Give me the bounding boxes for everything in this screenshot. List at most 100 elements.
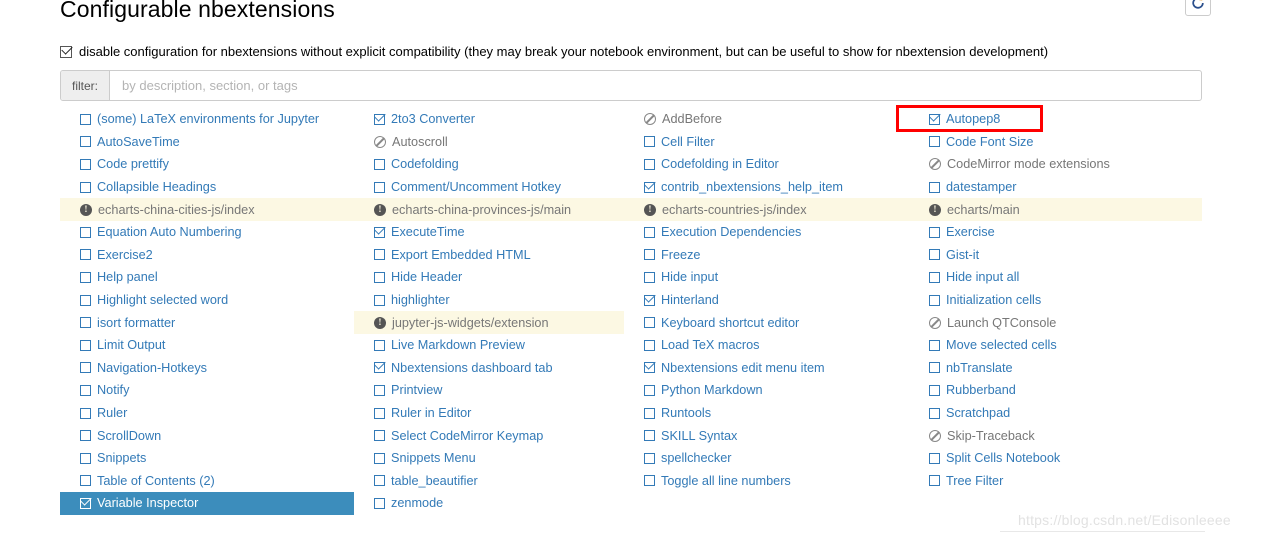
extension-item-launch-qtconsole[interactable]: Launch QTConsole: [909, 311, 1194, 334]
extension-item-nbtranslate[interactable]: nbTranslate: [909, 357, 1194, 380]
checkbox-unchecked-icon[interactable]: [929, 249, 940, 261]
extension-item-execution-dependencies[interactable]: Execution Dependencies: [624, 221, 909, 244]
checkbox-unchecked-icon[interactable]: [929, 339, 940, 351]
checkbox-unchecked-icon[interactable]: [374, 452, 385, 464]
checkbox-unchecked-icon[interactable]: [929, 226, 940, 238]
checkbox-unchecked-icon[interactable]: [929, 407, 940, 419]
extension-item-addbefore[interactable]: AddBefore: [624, 108, 909, 131]
extension-item-python-markdown[interactable]: Python Markdown: [624, 379, 909, 402]
checkbox-unchecked-icon[interactable]: [644, 136, 655, 148]
checkbox-unchecked-icon[interactable]: [374, 384, 385, 396]
extension-item-echarts-china-provinces-js-main[interactable]: ! echarts-china-provinces-js/main: [354, 198, 624, 221]
checkbox-unchecked-icon[interactable]: [80, 362, 91, 374]
disable-config-row[interactable]: disable configuration for nbextensions w…: [60, 44, 1048, 59]
checkbox-checked-icon[interactable]: [374, 362, 385, 374]
extension-item-highlighter[interactable]: highlighter: [354, 289, 624, 312]
extension-item-variable-inspector[interactable]: Variable Inspector: [60, 492, 354, 515]
extension-item-echarts-countries-js-index[interactable]: ! echarts-countries-js/index: [624, 198, 909, 221]
checkbox-unchecked-icon[interactable]: [644, 452, 655, 464]
checkbox-checked-icon[interactable]: [644, 181, 655, 193]
extension-item-hinterland[interactable]: Hinterland: [624, 289, 909, 312]
extension-item-autopep8[interactable]: Autopep8: [909, 108, 1194, 131]
extension-item-codefolding-in-editor[interactable]: Codefolding in Editor: [624, 153, 909, 176]
extension-item-nbextensions-edit-menu-item[interactable]: Nbextensions edit menu item: [624, 357, 909, 380]
extension-item-rubberband[interactable]: Rubberband: [909, 379, 1194, 402]
extension-item-codemirror-mode-extensions[interactable]: CodeMirror mode extensions: [909, 153, 1194, 176]
extension-item-scratchpad[interactable]: Scratchpad: [909, 402, 1194, 425]
extension-item-load-tex-macros[interactable]: Load TeX macros: [624, 334, 909, 357]
extension-item-gist-it[interactable]: Gist-it: [909, 244, 1194, 267]
checkbox-unchecked-icon[interactable]: [929, 384, 940, 396]
extension-item-cell-filter[interactable]: Cell Filter: [624, 131, 909, 154]
extension-item-hide-header[interactable]: Hide Header: [354, 266, 624, 289]
checkbox-unchecked-icon[interactable]: [929, 181, 940, 193]
extension-item-some-latex-environments-for-jupyter[interactable]: (some) LaTeX environments for Jupyter: [60, 108, 354, 131]
extension-item-help-panel[interactable]: Help panel: [60, 266, 354, 289]
extension-item-echarts-main[interactable]: ! echarts/main: [909, 198, 1194, 221]
checkbox-unchecked-icon[interactable]: [644, 226, 655, 238]
extension-item-scrolldown[interactable]: ScrollDown: [60, 424, 354, 447]
extension-item-nbextensions-dashboard-tab[interactable]: Nbextensions dashboard tab: [354, 357, 624, 380]
extension-item-split-cells-notebook[interactable]: Split Cells Notebook: [909, 447, 1194, 470]
blocked-icon[interactable]: [374, 135, 386, 148]
checkbox-unchecked-icon[interactable]: [929, 136, 940, 148]
warning-icon[interactable]: !: [374, 203, 386, 216]
checkbox-unchecked-icon[interactable]: [644, 475, 655, 487]
extension-item-isort-formatter[interactable]: isort formatter: [60, 311, 354, 334]
extension-item-collapsible-headings[interactable]: Collapsible Headings: [60, 176, 354, 199]
checkbox-unchecked-icon[interactable]: [374, 339, 385, 351]
extension-item-tree-filter[interactable]: Tree Filter: [909, 470, 1194, 493]
checkbox-unchecked-icon[interactable]: [80, 249, 91, 261]
checkbox-unchecked-icon[interactable]: [644, 271, 655, 283]
checkbox-unchecked-icon[interactable]: [374, 271, 385, 283]
extension-item-freeze[interactable]: Freeze: [624, 244, 909, 267]
extension-item-skill-syntax[interactable]: SKILL Syntax: [624, 424, 909, 447]
checkbox-unchecked-icon[interactable]: [374, 294, 385, 306]
extension-item-equation-auto-numbering[interactable]: Equation Auto Numbering: [60, 221, 354, 244]
blocked-icon[interactable]: [929, 158, 941, 171]
checkbox-checked-icon[interactable]: [929, 113, 940, 125]
extension-item-spellchecker[interactable]: spellchecker: [624, 447, 909, 470]
checkbox-unchecked-icon[interactable]: [80, 317, 91, 329]
extension-item-echarts-china-cities-js-index[interactable]: ! echarts-china-cities-js/index: [60, 198, 354, 221]
extension-item-skip-traceback[interactable]: Skip-Traceback: [909, 424, 1194, 447]
extension-item-code-font-size[interactable]: Code Font Size: [909, 131, 1194, 154]
extension-item-jupyter-js-widgets-extension[interactable]: ! jupyter-js-widgets/extension: [354, 311, 624, 334]
extension-item-2to3-converter[interactable]: 2to3 Converter: [354, 108, 624, 131]
extension-item-move-selected-cells[interactable]: Move selected cells: [909, 334, 1194, 357]
extension-item-codefolding[interactable]: Codefolding: [354, 153, 624, 176]
checkbox-unchecked-icon[interactable]: [644, 384, 655, 396]
checkbox-unchecked-icon[interactable]: [929, 452, 940, 464]
extension-item-runtools[interactable]: Runtools: [624, 402, 909, 425]
extension-item-snippets[interactable]: Snippets: [60, 447, 354, 470]
extension-item-code-prettify[interactable]: Code prettify: [60, 153, 354, 176]
extension-item-navigation-hotkeys[interactable]: Navigation-Hotkeys: [60, 357, 354, 380]
checkbox-unchecked-icon[interactable]: [80, 271, 91, 283]
extension-item-toggle-all-line-numbers[interactable]: Toggle all line numbers: [624, 470, 909, 493]
extension-item-hide-input-all[interactable]: Hide input all: [909, 266, 1194, 289]
extension-item-printview[interactable]: Printview: [354, 379, 624, 402]
extension-item-hide-input[interactable]: Hide input: [624, 266, 909, 289]
checkbox-unchecked-icon[interactable]: [374, 497, 385, 509]
extension-item-export-embedded-html[interactable]: Export Embedded HTML: [354, 244, 624, 267]
extension-item-autosavetime[interactable]: AutoSaveTime: [60, 131, 354, 154]
extension-item-executetime[interactable]: ExecuteTime: [354, 221, 624, 244]
blocked-icon[interactable]: [644, 113, 656, 126]
checkbox-unchecked-icon[interactable]: [929, 294, 940, 306]
extension-item-autoscroll[interactable]: Autoscroll: [354, 131, 624, 154]
checkbox-checked-icon[interactable]: [80, 497, 91, 509]
checkbox-unchecked-icon[interactable]: [80, 339, 91, 351]
checkbox-unchecked-icon[interactable]: [929, 475, 940, 487]
warning-icon[interactable]: !: [644, 203, 656, 216]
checkbox-unchecked-icon[interactable]: [80, 452, 91, 464]
checkbox-unchecked-icon[interactable]: [80, 158, 91, 170]
checkbox-unchecked-icon[interactable]: [374, 249, 385, 261]
warning-icon[interactable]: !: [929, 203, 941, 216]
checkbox-unchecked-icon[interactable]: [374, 181, 385, 193]
checkbox-unchecked-icon[interactable]: [644, 407, 655, 419]
checkbox-unchecked-icon[interactable]: [80, 136, 91, 148]
extension-item-exercise[interactable]: Exercise: [909, 221, 1194, 244]
extension-item-exercise2[interactable]: Exercise2: [60, 244, 354, 267]
checkbox-unchecked-icon[interactable]: [80, 407, 91, 419]
extension-item-highlight-selected-word[interactable]: Highlight selected word: [60, 289, 354, 312]
